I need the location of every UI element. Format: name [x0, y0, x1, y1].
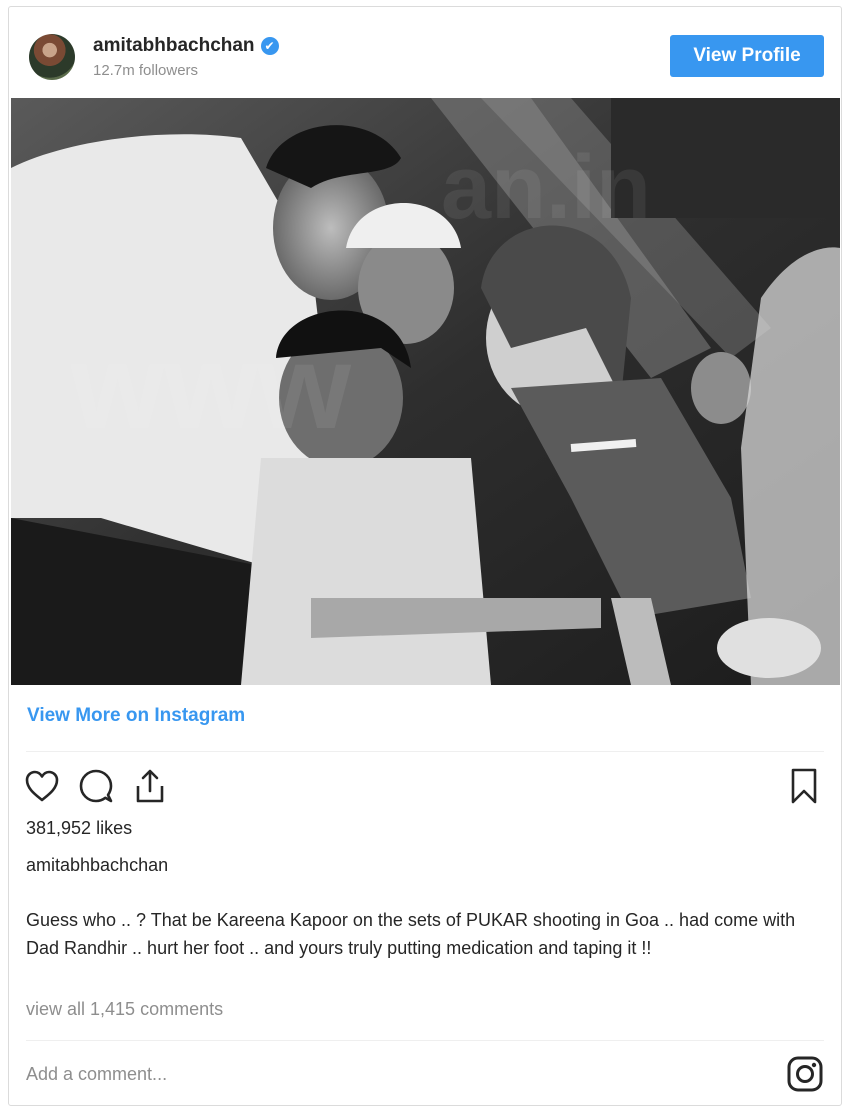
username-link[interactable]: amitabhbachchan — [93, 35, 255, 57]
heart-icon[interactable] — [23, 767, 61, 805]
bookmark-icon[interactable] — [785, 767, 823, 805]
svg-text:www: www — [70, 320, 352, 454]
username-row: amitabhbachchan ✔ — [93, 35, 279, 57]
post-caption: Guess who .. ? That be Kareena Kapoor on… — [26, 910, 796, 958]
view-more-on-instagram-link[interactable]: View More on Instagram — [27, 705, 245, 727]
view-profile-button[interactable]: View Profile — [670, 35, 824, 77]
instagram-embed-card: amitabhbachchan ✔ 12.7m followers View P… — [8, 6, 842, 1106]
like-count[interactable]: 381,952 likes — [26, 818, 132, 839]
add-comment-input[interactable]: Add a comment... — [26, 1064, 167, 1085]
post-header: amitabhbachchan ✔ 12.7m followers View P… — [9, 7, 841, 99]
post-photo[interactable]: www an.in — [11, 98, 840, 685]
view-all-comments-link[interactable]: view all 1,415 comments — [26, 999, 223, 1020]
share-icon[interactable] — [131, 767, 169, 805]
instagram-logo-icon[interactable] — [785, 1054, 825, 1094]
avatar[interactable] — [29, 34, 75, 80]
svg-text:an.in: an.in — [441, 138, 651, 238]
verified-badge-icon: ✔ — [260, 37, 279, 55]
divider — [26, 1040, 824, 1041]
comment-bubble-icon[interactable] — [77, 767, 115, 805]
action-bar — [23, 767, 169, 805]
post-owner-username[interactable]: amitabhbachchan — [26, 855, 168, 876]
divider — [26, 751, 824, 752]
follower-count: 12.7m followers — [93, 62, 199, 79]
